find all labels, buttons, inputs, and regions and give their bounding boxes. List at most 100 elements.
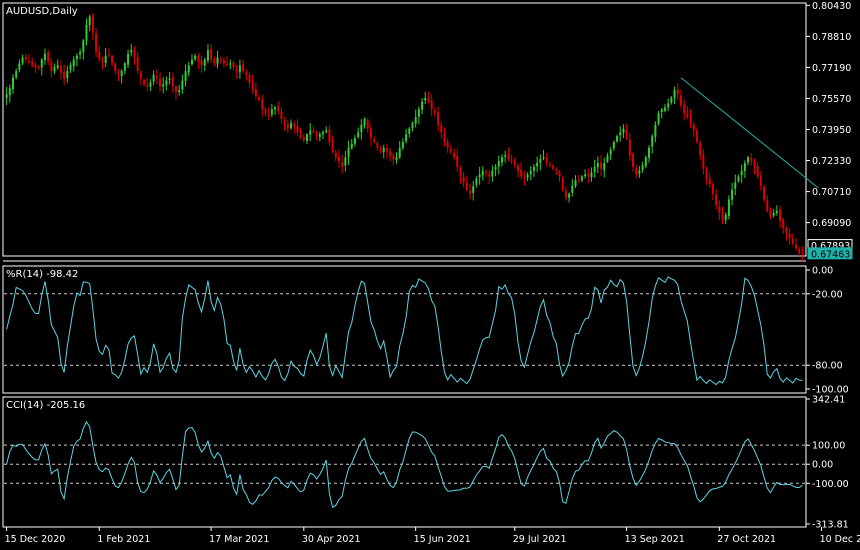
price-axis-label: 0.72330 [812,156,851,167]
chart-canvas: 0.80430 0.78810 0.77190 0.75570 0.73950 0.723… [2,1,860,545]
candle-body [727,199,730,216]
candle-body [72,59,75,67]
cci-axis-label: 0.00 [812,460,833,471]
candle-body [66,71,69,79]
price-axis-label: 0.75570 [812,94,851,105]
candle-body [398,147,401,158]
candle-body [213,58,216,64]
candle-body [494,166,497,170]
candle-body [280,111,283,119]
candle-body [453,152,456,158]
cci-indicator [4,420,805,509]
candle-body [347,147,350,158]
candle-body [456,155,459,167]
candle-body [334,152,337,158]
candle-body [69,65,72,70]
candle-body [238,65,241,73]
candle-body [130,49,133,53]
candle-body [651,136,654,147]
candle-body [24,56,27,60]
candle-body [734,182,737,189]
candle-body [609,149,612,155]
candle-body [766,200,769,211]
candle-body [600,162,603,169]
candle-body [475,178,478,185]
candle-body [516,165,519,171]
candle-body [561,177,564,190]
candle-body [488,173,491,177]
candle-body [548,164,551,166]
candle-body [379,148,382,152]
candle-body [724,214,727,221]
candle-body [772,212,775,216]
cci-title: CCI(14) -205.16 [6,400,85,411]
candle-body [504,155,507,157]
candle-body [756,166,759,177]
candle-body [753,161,756,167]
wpr-axis-label: 0.00 [812,266,833,277]
candle-body [667,103,670,108]
candle-body [779,209,782,221]
candle-body [229,63,232,65]
candle-body [337,156,340,162]
candle-body [53,67,56,72]
candle-body [459,167,462,177]
candle-body [689,116,692,125]
price-box-label: 0.67463 [811,249,850,260]
candle-body [360,124,363,132]
candle-body [21,57,24,64]
price-chart-title: AUDUSD,Daily [6,6,78,17]
candle-body [568,193,571,198]
candle-body [331,140,334,152]
candle-body [421,101,424,110]
candle-body [168,78,171,80]
candle-body [577,179,580,181]
candle-body [277,106,280,112]
candle-body [715,194,718,206]
candle-body [117,71,120,75]
candle-body [759,176,762,187]
candle-body [580,176,583,181]
candle-body [111,55,114,64]
candle-body [248,75,251,83]
candle-body [587,173,590,177]
candle-body [200,60,203,66]
candle-body [465,182,468,190]
candle-body [657,113,660,124]
candle-body [638,170,641,174]
candle-body [63,71,66,79]
candle-body [405,134,408,142]
candle-body [264,110,267,114]
candle-body [123,63,126,71]
wpr-title: %R(14) -98.42 [6,269,78,280]
price-axis-label: 0.69090 [812,218,851,229]
candle-body [315,132,318,137]
candle-body [210,48,213,60]
candle-body [143,80,146,85]
candle-body [437,112,440,125]
candle-body [692,124,695,131]
candle-body [619,132,622,136]
candle-body [56,65,59,69]
candle-body [484,171,487,173]
candle-body [37,66,40,68]
candle-body [603,163,606,171]
candle-body [440,125,443,133]
candle-body [536,163,539,167]
candle-body [31,61,34,66]
candle-body [801,253,804,255]
candle-body [795,244,798,249]
candle-body [11,77,14,90]
candle-body [552,165,555,169]
candle-body [443,133,446,142]
candle-body [628,139,631,156]
candle-body [596,163,599,168]
candle-body [366,120,369,129]
candle-body [705,168,708,179]
date-axis-label: 29 Jul 2021 [513,534,567,545]
candle-body [510,160,513,162]
candle-body [101,58,104,62]
candle-body [194,55,197,60]
candle-body [50,61,53,72]
candle-body [171,77,174,87]
